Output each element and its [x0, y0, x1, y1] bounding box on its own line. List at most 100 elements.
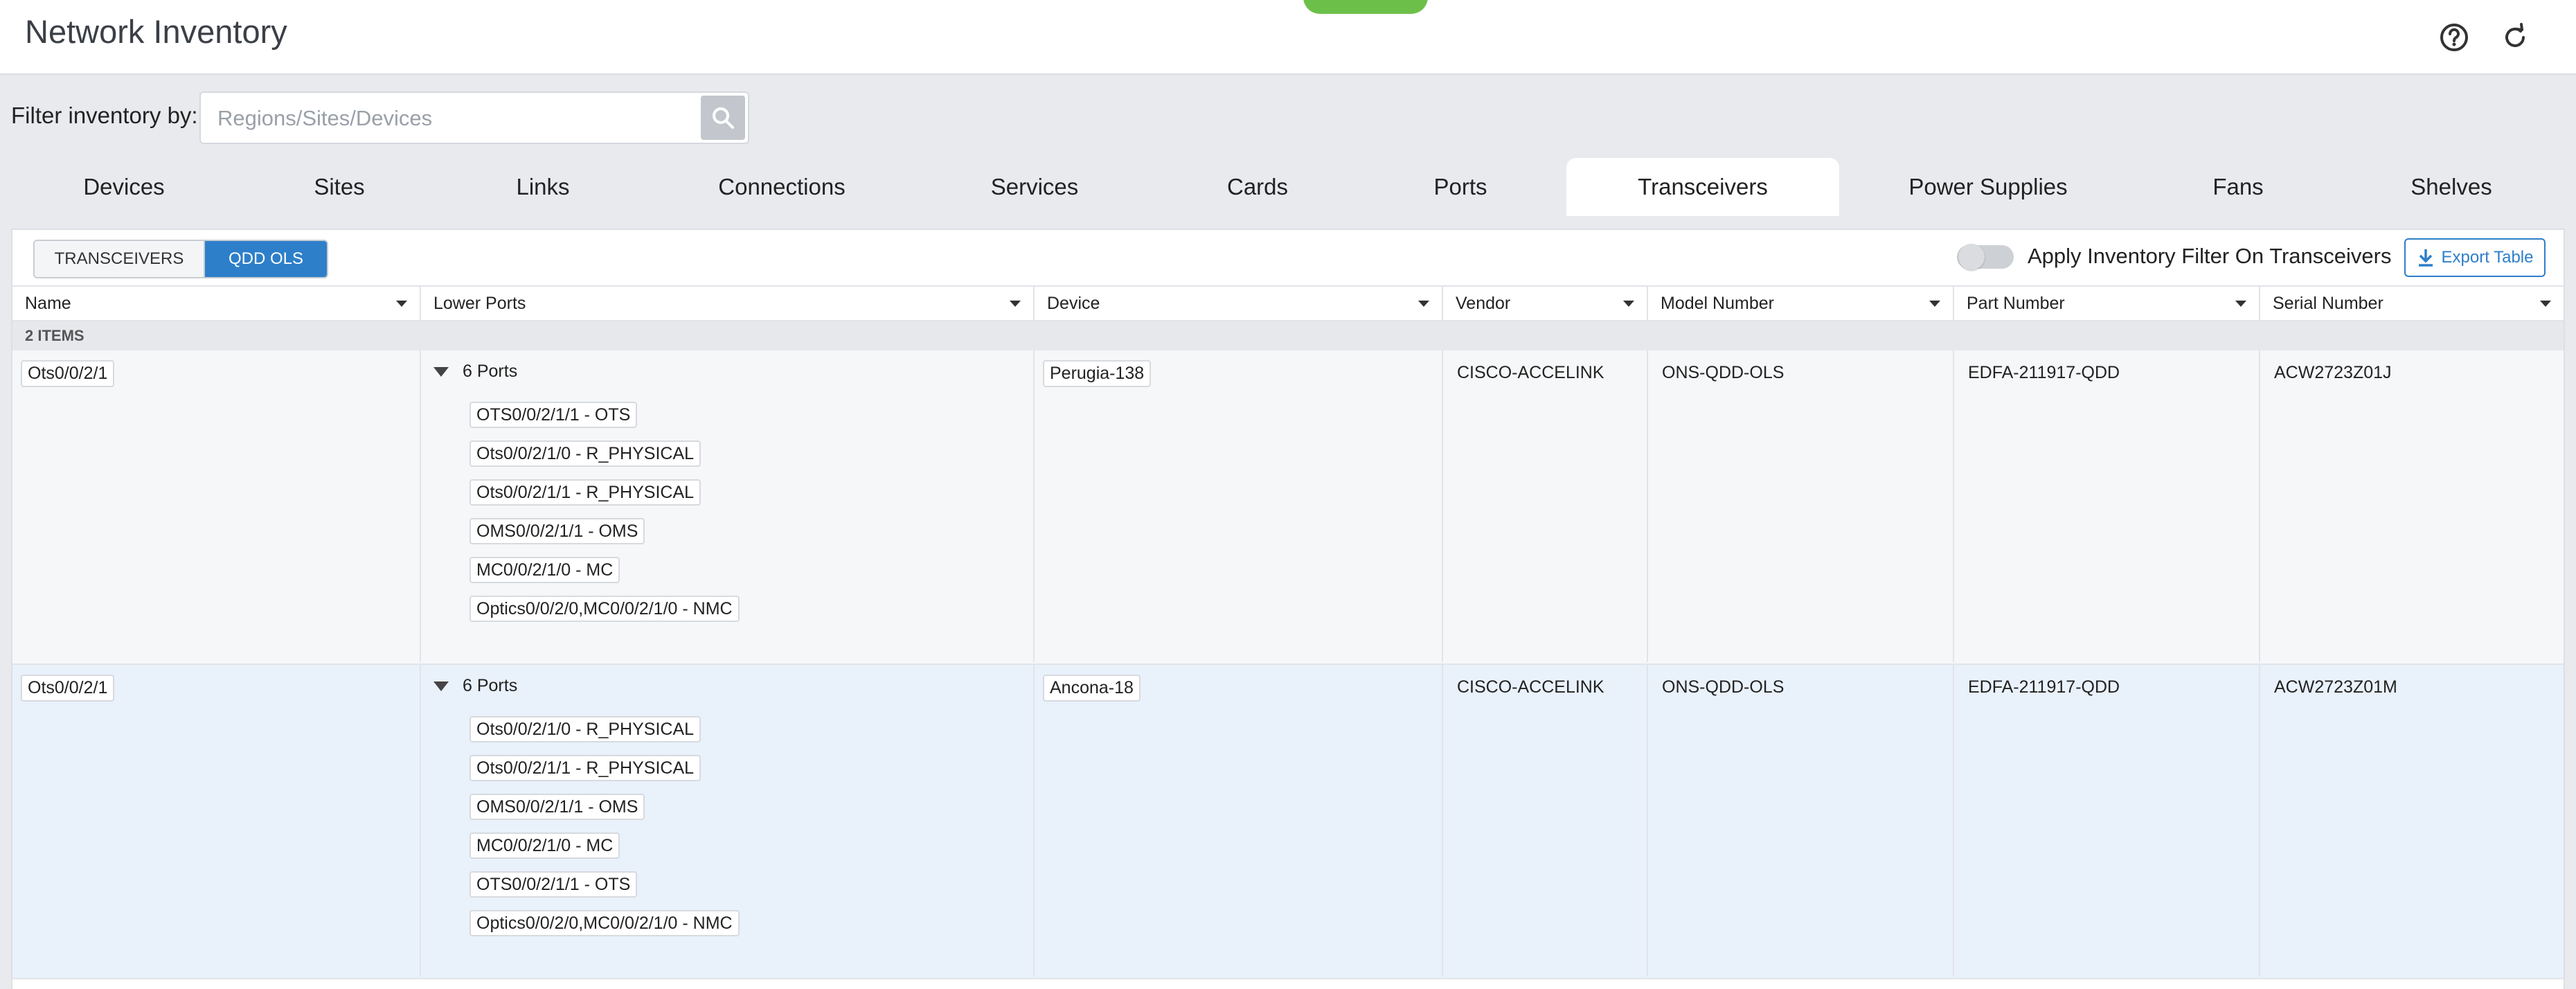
export-table-button[interactable]: Export Table	[2404, 238, 2546, 277]
apply-filter-label: Apply Inventory Filter On Transceivers	[2028, 244, 2392, 268]
lower-ports-cell: 6 Ports Ots0/0/2/1/0 - R_PHYSICAL Ots0/0…	[421, 665, 1035, 977]
tab-shelves[interactable]: Shelves	[2339, 158, 2564, 216]
caret-down-icon	[433, 681, 449, 691]
chevron-down-icon	[396, 301, 407, 307]
chevron-down-icon	[1010, 301, 1021, 307]
inventory-tabs: Devices Sites Links Connections Services…	[0, 158, 2576, 216]
port-chip[interactable]: Ots0/0/2/1/1 - R_PHYSICAL	[469, 755, 701, 781]
transceivers-panel: TRANSCEIVERS QDD OLS Apply Inventory Fil…	[11, 229, 2565, 989]
column-label: Name	[25, 293, 71, 313]
device-cell: Ancona-18	[1035, 665, 1443, 977]
column-label: Device	[1047, 293, 1100, 313]
chevron-down-icon	[1623, 301, 1634, 307]
vendor-value: CISCO-ACCELINK	[1457, 363, 1604, 382]
port-chip[interactable]: Optics0/0/2/0,MC0/0/2/1/0 - NMC	[469, 596, 740, 622]
ports-expander[interactable]: 6 Ports	[433, 362, 517, 382]
name-chip[interactable]: Ots0/0/2/1	[21, 360, 115, 387]
export-table-label: Export Table	[2441, 248, 2534, 267]
port-chip[interactable]: OTS0/0/2/1/1 - OTS	[469, 402, 638, 428]
help-icon[interactable]	[2435, 18, 2474, 57]
filter-label: Filter inventory by:	[11, 103, 198, 128]
device-chip[interactable]: Ancona-18	[1043, 675, 1141, 702]
tab-links[interactable]: Links	[431, 158, 655, 216]
column-header-model-number[interactable]: Model Number	[1648, 287, 1954, 320]
item-count: 2 ITEMS	[12, 321, 2564, 350]
column-header-vendor[interactable]: Vendor	[1443, 287, 1648, 320]
tab-sites[interactable]: Sites	[248, 158, 431, 216]
port-chip[interactable]: OMS0/0/2/1/1 - OMS	[469, 518, 645, 544]
serial-number-cell: ACW2723Z01J	[2260, 350, 2564, 662]
view-switcher: TRANSCEIVERS QDD OLS	[33, 240, 328, 278]
column-header-device[interactable]: Device	[1035, 287, 1443, 320]
download-icon	[2418, 249, 2433, 267]
model-number-cell: ONS-QDD-OLS	[1648, 350, 1954, 662]
serial-number-value: ACW2723Z01M	[2274, 677, 2397, 697]
column-label: Lower Ports	[433, 293, 526, 313]
tab-services[interactable]: Services	[909, 158, 1161, 216]
serial-number-value: ACW2723Z01J	[2274, 363, 2392, 382]
vendor-value: CISCO-ACCELINK	[1457, 677, 1604, 697]
chevron-down-icon	[2235, 301, 2246, 307]
port-chip[interactable]: Ots0/0/2/1/0 - R_PHYSICAL	[469, 716, 701, 742]
port-chip[interactable]: OTS0/0/2/1/1 - OTS	[469, 871, 638, 898]
ports-count: 6 Ports	[463, 362, 518, 381]
tab-fans[interactable]: Fans	[2137, 158, 2339, 216]
chevron-down-icon	[2540, 301, 2551, 307]
ports-expander[interactable]: 6 Ports	[433, 676, 517, 696]
port-list: OTS0/0/2/1/1 - OTS Ots0/0/2/1/0 - R_PHYS…	[469, 402, 740, 622]
port-chip[interactable]: MC0/0/2/1/0 - MC	[469, 557, 620, 583]
tab-ports[interactable]: Ports	[1354, 158, 1566, 216]
part-number-value: EDFA-211917-QDD	[1968, 363, 2120, 382]
transceivers-view-button[interactable]: TRANSCEIVERS	[35, 241, 205, 277]
column-header-serial-number[interactable]: Serial Number	[2260, 287, 2564, 320]
apply-filter-toggle[interactable]	[1957, 244, 2014, 270]
port-chip[interactable]: Ots0/0/2/1/0 - R_PHYSICAL	[469, 440, 701, 467]
table-row[interactable]: Ots0/0/2/1 6 Ports OTS0/0/2/1/1 - OTS Ot…	[12, 350, 2564, 665]
refresh-icon[interactable]	[2496, 18, 2534, 57]
port-chip[interactable]: Optics0/0/2/0,MC0/0/2/1/0 - NMC	[469, 910, 740, 936]
column-label: Vendor	[1456, 293, 1511, 313]
vendor-cell: CISCO-ACCELINK	[1443, 350, 1648, 662]
status-pill[interactable]	[1303, 0, 1428, 14]
search-button[interactable]	[701, 96, 745, 140]
table-row[interactable]: Ots0/0/2/1 6 Ports Ots0/0/2/1/0 - R_PHYS…	[12, 665, 2564, 979]
name-chip[interactable]: Ots0/0/2/1	[21, 675, 115, 702]
chevron-down-icon	[1418, 301, 1429, 307]
column-header-name[interactable]: Name	[12, 287, 421, 320]
lower-ports-cell: 6 Ports OTS0/0/2/1/1 - OTS Ots0/0/2/1/0 …	[421, 350, 1035, 662]
model-number-value: ONS-QDD-OLS	[1662, 677, 1785, 697]
chevron-down-icon	[1929, 301, 1940, 307]
top-bar: Network Inventory	[0, 0, 2576, 75]
device-chip[interactable]: Perugia-138	[1043, 360, 1152, 387]
column-header-part-number[interactable]: Part Number	[1954, 287, 2260, 320]
tab-power-supplies[interactable]: Power Supplies	[1839, 158, 2137, 216]
name-cell: Ots0/0/2/1	[12, 665, 421, 977]
column-label: Model Number	[1661, 293, 1774, 313]
tab-connections[interactable]: Connections	[655, 158, 909, 216]
filter-box	[199, 91, 749, 144]
port-chip[interactable]: OMS0/0/2/1/1 - OMS	[469, 794, 645, 820]
qdd-ols-view-button[interactable]: QDD OLS	[205, 241, 327, 277]
column-label: Part Number	[1967, 293, 2065, 313]
column-header-lower-ports[interactable]: Lower Ports	[421, 287, 1035, 320]
port-list: Ots0/0/2/1/0 - R_PHYSICAL Ots0/0/2/1/1 -…	[469, 716, 740, 936]
toggle-knob	[1958, 244, 1985, 270]
column-label: Serial Number	[2273, 293, 2383, 313]
device-cell: Perugia-138	[1035, 350, 1443, 662]
part-number-cell: EDFA-211917-QDD	[1954, 350, 2260, 662]
tab-cards[interactable]: Cards	[1161, 158, 1354, 216]
ports-count: 6 Ports	[463, 676, 518, 695]
model-number-cell: ONS-QDD-OLS	[1648, 665, 1954, 977]
tab-transceivers[interactable]: Transceivers	[1566, 158, 1839, 216]
name-cell: Ots0/0/2/1	[12, 350, 421, 662]
search-icon	[713, 107, 734, 129]
page-title: Network Inventory	[25, 13, 287, 50]
port-chip[interactable]: Ots0/0/2/1/1 - R_PHYSICAL	[469, 479, 701, 506]
tab-devices[interactable]: Devices	[0, 158, 248, 216]
table-header: Name Lower Ports Device Vendor Model Num…	[12, 285, 2564, 321]
port-chip[interactable]: MC0/0/2/1/0 - MC	[469, 832, 620, 859]
filter-row: Filter inventory by:	[0, 75, 2576, 159]
part-number-cell: EDFA-211917-QDD	[1954, 665, 2260, 977]
filter-input[interactable]	[216, 93, 697, 144]
caret-down-icon	[433, 366, 449, 377]
